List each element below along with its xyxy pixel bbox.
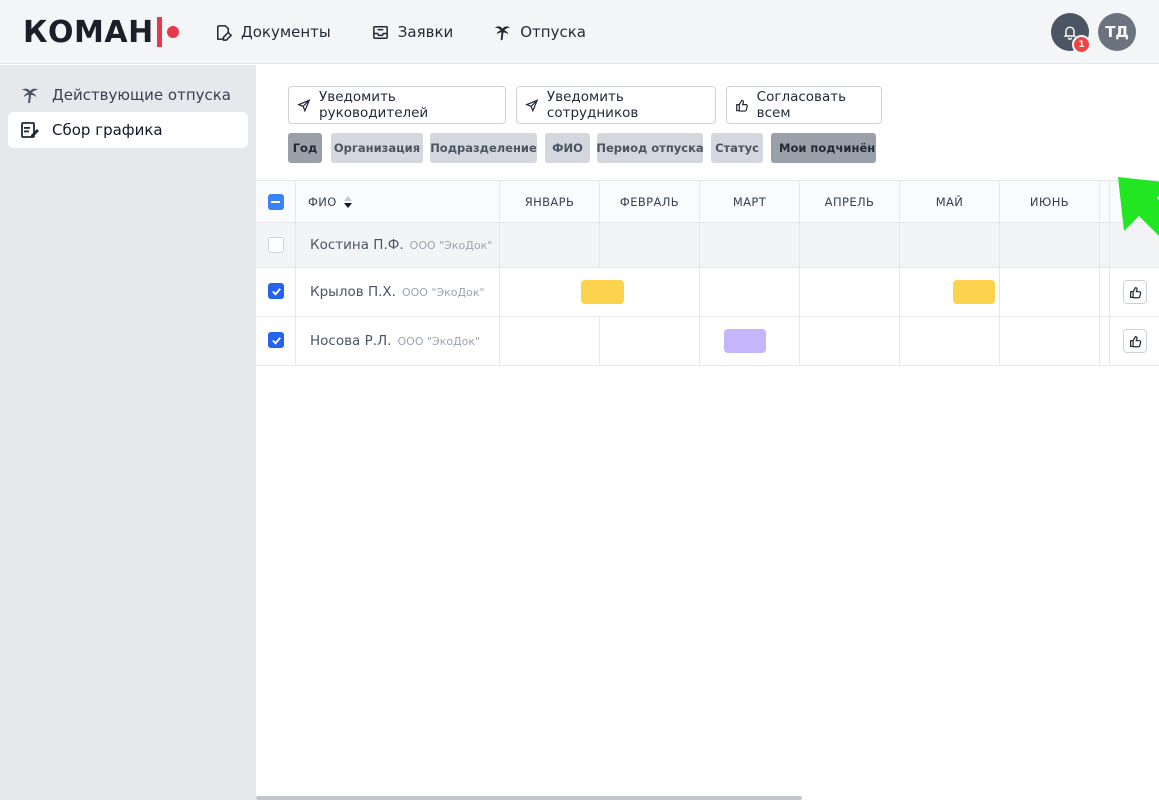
thumbs-up-icon [736, 99, 748, 112]
month-cell [900, 223, 1000, 267]
month-cell [800, 317, 900, 365]
approve-all-button[interactable]: Согласовать всем [726, 86, 882, 124]
employee-name-text: Крылов П.Х. [310, 284, 396, 300]
notifications-badge: 1 [1072, 35, 1091, 54]
column-header-march: МАРТ [700, 181, 800, 222]
vacation-bar[interactable] [953, 280, 995, 304]
table-row[interactable]: Костина П.Ф. ООО "ЭкоДок" [256, 223, 1159, 268]
pointer-arrow-icon [1118, 177, 1159, 236]
employee-name: Костина П.Ф. ООО "ЭкоДок" [310, 237, 492, 253]
palm-tree-icon [22, 88, 38, 103]
notify-employees-button[interactable]: Уведомить сотрудников [516, 86, 716, 124]
filter-chip-vacation-period[interactable]: Период отпуска [597, 133, 703, 163]
filter-chip-year[interactable]: Год [288, 133, 322, 163]
employee-org: ООО "ЭкоДок" [401, 286, 485, 299]
filter-chip-department[interactable]: Подразделение [430, 133, 537, 163]
filter-chip-organization[interactable]: Организация [331, 133, 423, 163]
column-header-may: МАЙ [900, 181, 1000, 222]
table-row[interactable]: Носова Р.Л. ООО "ЭкоДок" [256, 317, 1159, 366]
employee-name: Крылов П.Х. ООО "ЭкоДок" [310, 284, 485, 300]
inbox-icon [372, 25, 388, 39]
check-icon [271, 287, 281, 296]
nav-documents[interactable]: Документы [214, 23, 331, 42]
logo-dot [166, 26, 179, 38]
month-cell [700, 223, 800, 267]
sidebar-item-schedule-collection[interactable]: Сбор графика [8, 112, 248, 148]
column-header-june: ИЮНЬ [1000, 181, 1100, 222]
approve-row-button[interactable] [1123, 280, 1147, 304]
month-cell [800, 223, 900, 267]
main-content: Уведомить руководителей Уведомить сотруд… [256, 65, 1159, 800]
employee-org: ООО "ЭкоДок" [397, 335, 481, 348]
table-header: ФИО ЯНВАРЬ ФЕВРАЛЬ МАРТ АПРЕЛЬ МАЙ ИЮНЬ [256, 180, 1159, 223]
column-header-february: ФЕВРАЛЬ [600, 181, 700, 222]
month-cell [1000, 223, 1100, 267]
month-cell [600, 317, 700, 365]
top-bar: КОМАН Документы Заявки Отпуска 1 ТД [0, 0, 1159, 64]
sidebar-item-label: Действующие отпуска [52, 86, 231, 104]
row-checkbox[interactable] [268, 332, 284, 348]
filter-chip-status[interactable]: Статус [711, 133, 763, 163]
check-icon [271, 336, 281, 345]
month-cell [1000, 317, 1100, 365]
logo-bar [156, 17, 162, 47]
notify-managers-label: Уведомить руководителей [319, 89, 429, 121]
column-header-name[interactable]: ФИО [296, 181, 500, 222]
approve-row-button[interactable] [1123, 329, 1147, 353]
filter-chip-name[interactable]: ФИО [545, 133, 590, 163]
row-checkbox[interactable] [268, 237, 284, 253]
month-cell [700, 268, 800, 316]
user-avatar[interactable]: ТД [1098, 13, 1136, 51]
vacation-bar[interactable] [581, 280, 624, 304]
document-edit-icon [217, 24, 233, 41]
column-header-april: АПРЕЛЬ [800, 181, 900, 222]
column-header-january: ЯНВАРЬ [500, 181, 600, 222]
table-row[interactable]: Крылов П.Х. ООО "ЭкоДок" [256, 268, 1159, 317]
month-cell [900, 317, 1000, 365]
thumbs-up-icon [1129, 335, 1141, 347]
month-cell [500, 223, 600, 267]
sidebar-item-active-vacations[interactable]: Действующие отпуска [8, 77, 248, 113]
logo-text: КОМАН [23, 14, 154, 50]
column-header-spacer [1100, 181, 1110, 222]
row-checkbox[interactable] [268, 283, 284, 299]
horizontal-scrollbar[interactable] [256, 796, 802, 800]
month-cell [600, 223, 700, 267]
filter-chip-my-subordinates[interactable]: Мои подчинённые [771, 133, 876, 163]
palm-tree-icon [495, 25, 511, 40]
employee-org: ООО "ЭкоДок" [409, 239, 493, 252]
employee-name: Носова Р.Л. ООО "ЭкоДок" [310, 333, 480, 349]
send-icon [525, 98, 539, 112]
column-header-label: ФИО [308, 194, 337, 209]
schedule-edit-icon [21, 122, 39, 138]
approve-all-label: Согласовать всем [756, 89, 847, 121]
send-icon [297, 98, 311, 112]
spacer-cell [1100, 317, 1110, 365]
notify-employees-label: Уведомить сотрудников [546, 89, 639, 121]
sort-icon [343, 195, 352, 208]
month-cell [500, 317, 600, 365]
thumbs-up-icon [1129, 286, 1141, 298]
nav-vacations-label: Отпуска [520, 23, 586, 41]
select-all-cell [256, 181, 296, 222]
spacer-cell [1100, 223, 1110, 267]
nav-requests-label: Заявки [397, 23, 454, 41]
top-nav: Документы Заявки Отпуска [214, 0, 586, 64]
notify-managers-button[interactable]: Уведомить руководителей [288, 86, 506, 124]
spacer-cell [1100, 268, 1110, 316]
nav-vacations[interactable]: Отпуска [493, 23, 586, 42]
app-logo[interactable]: КОМАН [23, 14, 179, 50]
employee-name-text: Носова Р.Л. [310, 333, 392, 349]
indeterminate-mark [271, 200, 280, 203]
month-cell [800, 268, 900, 316]
sidebar: Действующие отпуска Сбор графика [0, 65, 256, 800]
employee-name-text: Костина П.Ф. [310, 237, 404, 253]
vacation-bar[interactable] [724, 329, 766, 353]
sidebar-item-label: Сбор графика [52, 121, 163, 139]
nav-requests[interactable]: Заявки [371, 23, 453, 42]
month-cell [1000, 268, 1100, 316]
select-all-checkbox[interactable] [267, 193, 284, 210]
nav-documents-label: Документы [241, 23, 331, 41]
